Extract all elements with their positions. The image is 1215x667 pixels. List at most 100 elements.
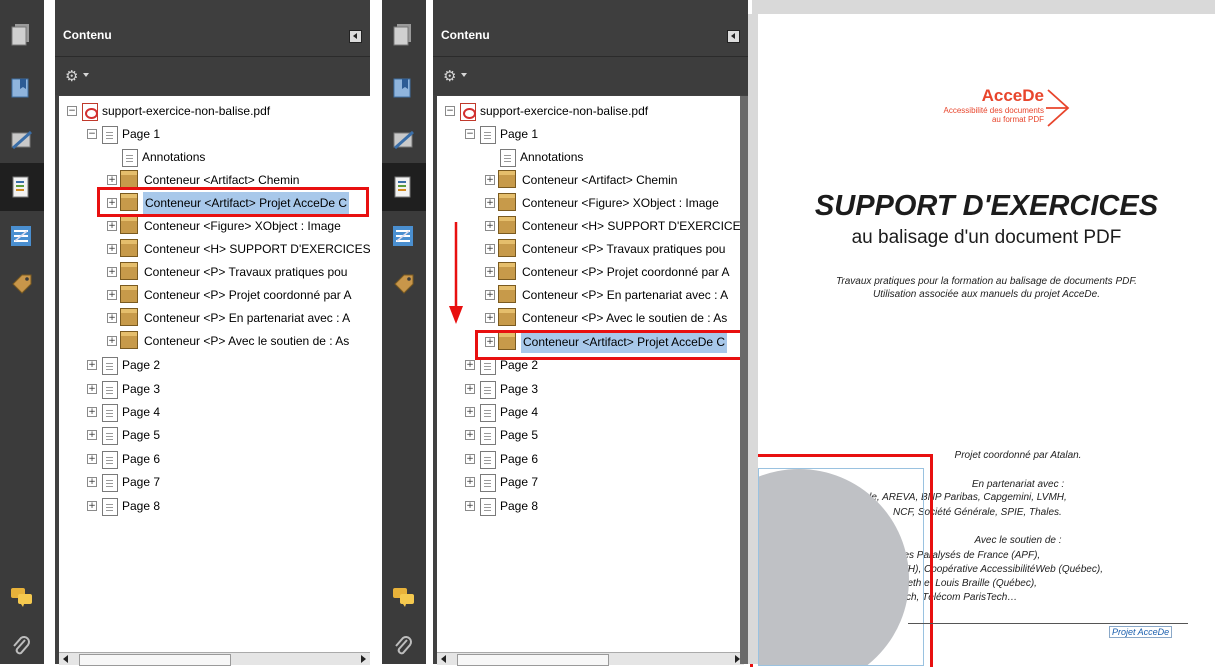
attachments-icon[interactable] <box>10 634 34 658</box>
document-subtitle: au balisage d'un document PDF <box>851 227 1122 248</box>
arrow-down-icon <box>448 222 464 326</box>
accede-logo: AcceDe Accessibilité des documents au fo… <box>903 86 1078 131</box>
pages-icon[interactable] <box>10 22 34 46</box>
collapse-panel-button[interactable] <box>349 30 362 43</box>
expand-toggle[interactable]: + <box>465 454 475 464</box>
tree-node-label: Page 4 <box>500 405 539 419</box>
container-icon <box>498 262 516 280</box>
tree-node-label: Page 5 <box>122 428 161 442</box>
expand-toggle[interactable]: + <box>465 430 475 440</box>
scroll-left-icon[interactable] <box>441 655 446 663</box>
signatures-icon[interactable] <box>10 128 34 152</box>
tags-icon[interactable] <box>10 272 34 296</box>
logo-arrow-icon <box>1046 89 1070 127</box>
expand-toggle[interactable]: + <box>465 384 475 394</box>
order-icon[interactable] <box>392 224 416 248</box>
page-icon <box>102 498 118 516</box>
expand-toggle[interactable]: + <box>465 477 475 487</box>
comments-icon[interactable] <box>10 586 34 610</box>
page-icon <box>102 357 118 375</box>
container-icon <box>120 262 138 280</box>
expand-toggle[interactable]: + <box>107 267 117 277</box>
page-icon <box>102 404 118 422</box>
container-icon <box>120 285 138 303</box>
expand-toggle[interactable]: + <box>485 198 495 208</box>
tree-node-label: Annotations <box>142 150 206 164</box>
expand-toggle[interactable]: + <box>87 477 97 487</box>
expand-toggle[interactable]: + <box>485 244 495 254</box>
collapse-panel-button[interactable] <box>727 30 740 43</box>
bookmarks-icon[interactable] <box>392 76 416 100</box>
gear-icon[interactable]: ⚙ <box>65 69 78 84</box>
signatures-icon[interactable] <box>392 128 416 152</box>
collapse-toggle[interactable]: − <box>445 106 455 116</box>
scroll-left-icon[interactable] <box>63 655 68 663</box>
panel-title: Contenu <box>63 28 112 42</box>
horizontal-scrollbar[interactable] <box>59 652 370 666</box>
scrollbar-thumb[interactable] <box>457 654 609 666</box>
expand-toggle[interactable]: + <box>465 407 475 417</box>
tree-node-label: Page 6 <box>500 452 539 466</box>
chevron-down-icon[interactable] <box>83 73 89 77</box>
tree-node-label: Conteneur <P> Projet coordonné par A <box>522 265 730 279</box>
tree-node-label: Conteneur <H> SUPPORT D'EXERCICES <box>144 242 370 256</box>
expand-toggle[interactable]: + <box>107 290 117 300</box>
comments-icon[interactable] <box>392 586 416 610</box>
expand-toggle[interactable]: + <box>87 454 97 464</box>
expand-toggle[interactable]: + <box>87 407 97 417</box>
container-icon <box>498 308 516 326</box>
support-text: azareth et Louis Braille (Québec), <box>888 578 1037 589</box>
content-icon[interactable] <box>392 175 416 199</box>
tree-node-label: Conteneur <P> Travaux pratiques pou <box>522 242 726 256</box>
collapse-toggle[interactable]: − <box>87 129 97 139</box>
expand-toggle[interactable]: + <box>107 336 117 346</box>
content-icon[interactable] <box>10 175 34 199</box>
footer-rule <box>908 623 1188 624</box>
container-icon <box>498 216 516 234</box>
pages-icon[interactable] <box>392 22 416 46</box>
collapse-toggle[interactable]: − <box>465 129 475 139</box>
expand-toggle[interactable]: + <box>107 221 117 231</box>
tree-node-label: Conteneur <P> Travaux pratiques pou <box>144 265 348 279</box>
page-icon <box>102 381 118 399</box>
tree-node-label: Conteneur <P> Projet coordonné par A <box>144 288 352 302</box>
expand-toggle[interactable]: + <box>465 501 475 511</box>
container-icon <box>120 308 138 326</box>
tree-node-label: Conteneur <P> En partenariat avec : A <box>522 288 729 302</box>
tags-icon[interactable] <box>392 272 416 296</box>
expand-toggle[interactable]: + <box>485 267 495 277</box>
panel-header: Contenu <box>55 0 370 57</box>
highlight-box <box>475 330 744 360</box>
scroll-right-icon[interactable] <box>361 655 366 663</box>
expand-toggle[interactable]: + <box>485 313 495 323</box>
right-navigation-toolbar <box>382 0 426 664</box>
collapse-toggle[interactable]: − <box>67 106 77 116</box>
chevron-down-icon[interactable] <box>461 73 467 77</box>
pdf-icon <box>460 103 476 121</box>
page-icon <box>480 126 496 144</box>
highlight-box <box>97 187 369 217</box>
expand-toggle[interactable]: + <box>87 501 97 511</box>
tree-node-label: Conteneur <P> Avec le soutien de : As <box>522 311 728 325</box>
page-icon <box>480 404 496 422</box>
expand-toggle[interactable]: + <box>465 360 475 370</box>
expand-toggle[interactable]: + <box>87 384 97 394</box>
expand-toggle[interactable]: + <box>107 175 117 185</box>
expand-toggle[interactable]: + <box>485 290 495 300</box>
horizontal-scrollbar[interactable] <box>437 652 744 666</box>
left-navigation-toolbar <box>0 0 44 664</box>
expand-toggle[interactable]: + <box>485 221 495 231</box>
expand-toggle[interactable]: + <box>87 430 97 440</box>
expand-toggle[interactable]: + <box>107 313 117 323</box>
bookmarks-icon[interactable] <box>10 76 34 100</box>
order-icon[interactable] <box>10 224 34 248</box>
expand-toggle[interactable]: + <box>107 244 117 254</box>
splitter[interactable] <box>740 96 748 664</box>
page-icon <box>102 474 118 492</box>
gear-icon[interactable]: ⚙ <box>443 69 456 84</box>
expand-toggle[interactable]: + <box>485 175 495 185</box>
attachments-icon[interactable] <box>392 634 416 658</box>
tree-node-label: Conteneur <P> En partenariat avec : A <box>144 311 351 325</box>
scrollbar-thumb[interactable] <box>79 654 231 666</box>
expand-toggle[interactable]: + <box>87 360 97 370</box>
